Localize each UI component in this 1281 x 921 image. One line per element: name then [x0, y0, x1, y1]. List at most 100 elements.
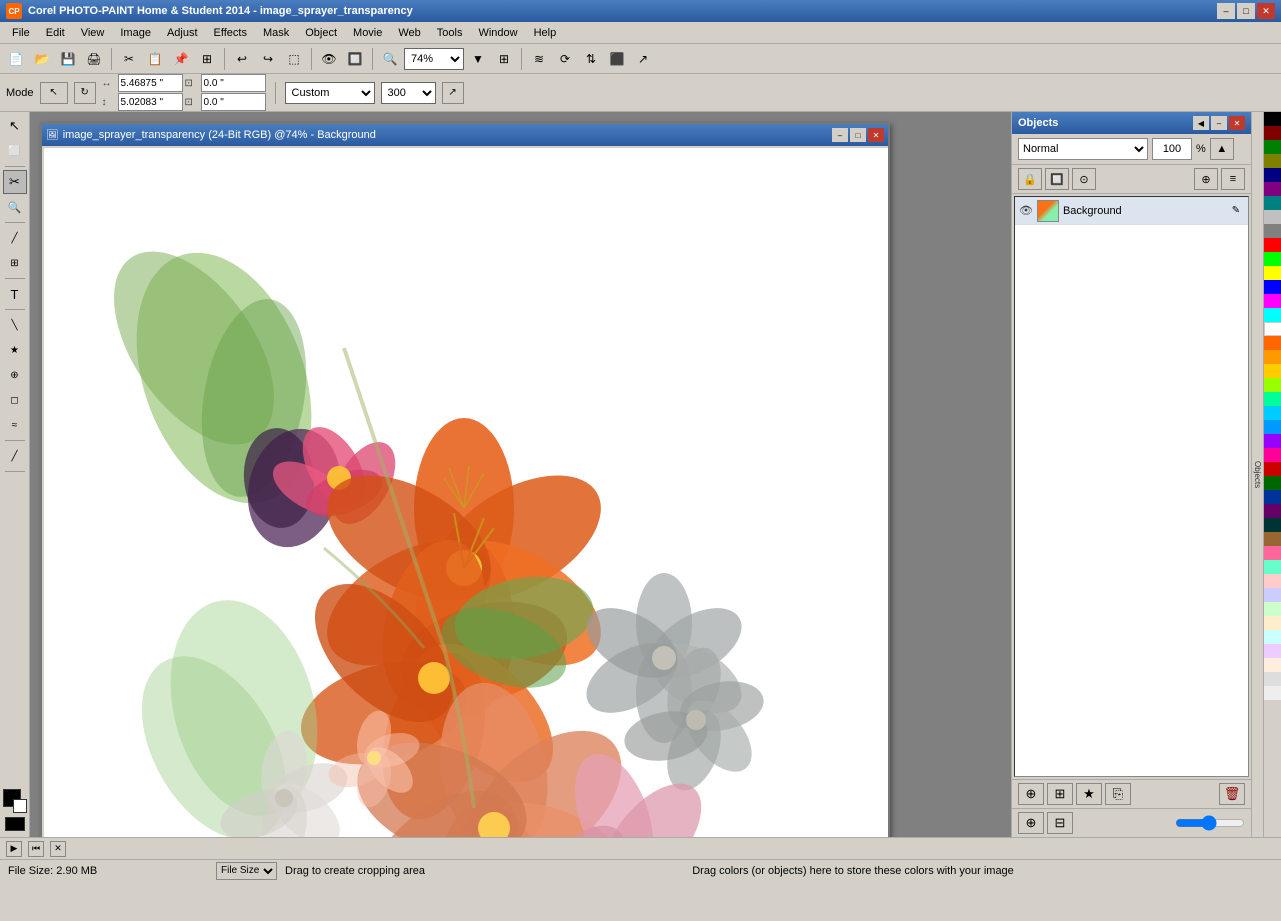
mode-normal-button[interactable]: ↖	[40, 82, 68, 104]
dy-input[interactable]	[201, 93, 266, 111]
new-button[interactable]: 📄	[4, 47, 28, 71]
menu-effects[interactable]: Effects	[206, 25, 255, 41]
palette-seashell[interactable]	[1264, 658, 1281, 672]
palette-orange[interactable]	[1264, 336, 1281, 350]
undo-button[interactable]: ↩	[230, 47, 254, 71]
palette-gray[interactable]	[1264, 224, 1281, 238]
obj-delete-button[interactable]: 🗑	[1219, 783, 1245, 805]
print-button[interactable]: 🖨	[82, 47, 106, 71]
brush-button[interactable]: ╲	[3, 313, 27, 337]
mask-visible-button[interactable]: 👁	[317, 47, 341, 71]
line-button[interactable]: ╱	[3, 444, 27, 468]
palette-darkred[interactable]	[1264, 126, 1281, 140]
fill-button[interactable]: ⊞	[3, 251, 27, 275]
obj-lock-paint-button[interactable]: ⊙	[1072, 168, 1096, 190]
merge-all-button[interactable]: ⊕	[1018, 812, 1044, 834]
menu-adjust[interactable]: Adjust	[159, 25, 206, 41]
palette-silver[interactable]	[1264, 210, 1281, 224]
paste-special-button[interactable]: ⊞	[195, 47, 219, 71]
palette-violet[interactable]	[1264, 434, 1281, 448]
obj-combine-button[interactable]: ⊞	[1047, 783, 1073, 805]
eyedropper-button[interactable]: ╱	[3, 226, 27, 250]
paste-button[interactable]: 📌	[169, 47, 193, 71]
resample-button[interactable]: ≋	[527, 47, 551, 71]
palette-blue[interactable]	[1264, 280, 1281, 294]
menu-object[interactable]: Object	[297, 25, 345, 41]
menu-window[interactable]: Window	[470, 25, 525, 41]
palette-moccasin[interactable]	[1264, 616, 1281, 630]
zoom-dropdown-button[interactable]: ▼	[466, 47, 490, 71]
menu-view[interactable]: View	[73, 25, 113, 41]
preset-select[interactable]: Custom	[285, 82, 375, 104]
export-button[interactable]: ↗	[631, 47, 655, 71]
palette-dark-teal[interactable]	[1264, 518, 1281, 532]
palette-gold[interactable]	[1264, 350, 1281, 364]
zoom-slider[interactable]	[1175, 816, 1245, 830]
menu-file[interactable]: File	[4, 25, 38, 41]
zoom-tool-button[interactable]: 🔍	[3, 195, 27, 219]
opacity-input[interactable]	[1152, 138, 1192, 160]
dx-input[interactable]	[201, 74, 266, 92]
smear-button[interactable]: ≈	[3, 413, 27, 437]
nav-close2-button[interactable]: ✕	[50, 841, 66, 857]
palette-thistle[interactable]	[1264, 644, 1281, 658]
open-button[interactable]: 📂	[30, 47, 54, 71]
status-dropdown[interactable]: File Size	[216, 862, 277, 880]
obj-row-background[interactable]: 👁 Background ✎	[1015, 197, 1248, 225]
minimize-button[interactable]: –	[1217, 3, 1235, 19]
palette-honeydew[interactable]	[1264, 602, 1281, 616]
y-input[interactable]	[118, 93, 183, 111]
crop2-button[interactable]: ⬛	[605, 47, 629, 71]
obj-lock-all-button[interactable]: 🔒	[1018, 168, 1042, 190]
size-select[interactable]: 300	[381, 82, 436, 104]
maximize-button[interactable]: □	[1237, 3, 1255, 19]
transform-button[interactable]: ⬚	[282, 47, 306, 71]
background-color[interactable]	[13, 799, 27, 813]
obj-properties-button[interactable]: ≡	[1221, 168, 1245, 190]
palette-crimson[interactable]	[1264, 462, 1281, 476]
clone-button[interactable]: ⊕	[3, 363, 27, 387]
obj-lock-trans-button[interactable]: 🔲	[1045, 168, 1069, 190]
obj-add-lens-button[interactable]: ⊕	[1194, 168, 1218, 190]
save-button[interactable]: 💾	[56, 47, 80, 71]
obj-edit-button[interactable]: ✎	[1228, 203, 1244, 219]
obj-effect-button[interactable]: ★	[1076, 783, 1102, 805]
close-button[interactable]: ✕	[1257, 3, 1275, 19]
objects-close-button[interactable]: ✕	[1229, 116, 1245, 130]
palette-red[interactable]	[1264, 238, 1281, 252]
palette-amber[interactable]	[1264, 364, 1281, 378]
menu-help[interactable]: Help	[526, 25, 565, 41]
doc-maximize-button[interactable]: □	[850, 128, 866, 142]
menu-web[interactable]: Web	[390, 25, 428, 41]
palette-navy[interactable]	[1264, 168, 1281, 182]
palette-purple[interactable]	[1264, 182, 1281, 196]
palette-salmon[interactable]	[1264, 546, 1281, 560]
palette-light-cyan[interactable]	[1264, 630, 1281, 644]
nav-play-button[interactable]: ▶	[6, 841, 22, 857]
expand-strip[interactable]: Objects	[1251, 112, 1263, 837]
black-swatch[interactable]	[5, 817, 25, 831]
palette-hot-pink[interactable]	[1264, 448, 1281, 462]
cut-button[interactable]: ✂	[117, 47, 141, 71]
crop-tool-button[interactable]: ✂	[3, 170, 27, 194]
flip-button[interactable]: ⇅	[579, 47, 603, 71]
palette-misty-rose[interactable]	[1264, 574, 1281, 588]
palette-gainsboro[interactable]	[1264, 672, 1281, 686]
palette-brown[interactable]	[1264, 532, 1281, 546]
obj-duplicate-button[interactable]: ⎘	[1105, 783, 1131, 805]
palette-dodger-blue[interactable]	[1264, 420, 1281, 434]
x-input[interactable]	[118, 74, 183, 92]
palette-green[interactable]	[1264, 140, 1281, 154]
palette-lavender[interactable]	[1264, 588, 1281, 602]
objects-pin-button[interactable]: ◀	[1193, 116, 1209, 130]
effect-button[interactable]: ★	[3, 338, 27, 362]
eraser-button[interactable]: ◻	[3, 388, 27, 412]
palette-cyan[interactable]	[1264, 308, 1281, 322]
doc-close-button[interactable]: ✕	[868, 128, 884, 142]
palette-dark-green[interactable]	[1264, 476, 1281, 490]
zoom-fit-button[interactable]: ⊞	[492, 47, 516, 71]
zoom-in-button[interactable]: 🔍	[378, 47, 402, 71]
palette-spring-green[interactable]	[1264, 392, 1281, 406]
mask-rectangle-button[interactable]: ⬜	[3, 139, 27, 163]
doc-minimize-button[interactable]: –	[832, 128, 848, 142]
